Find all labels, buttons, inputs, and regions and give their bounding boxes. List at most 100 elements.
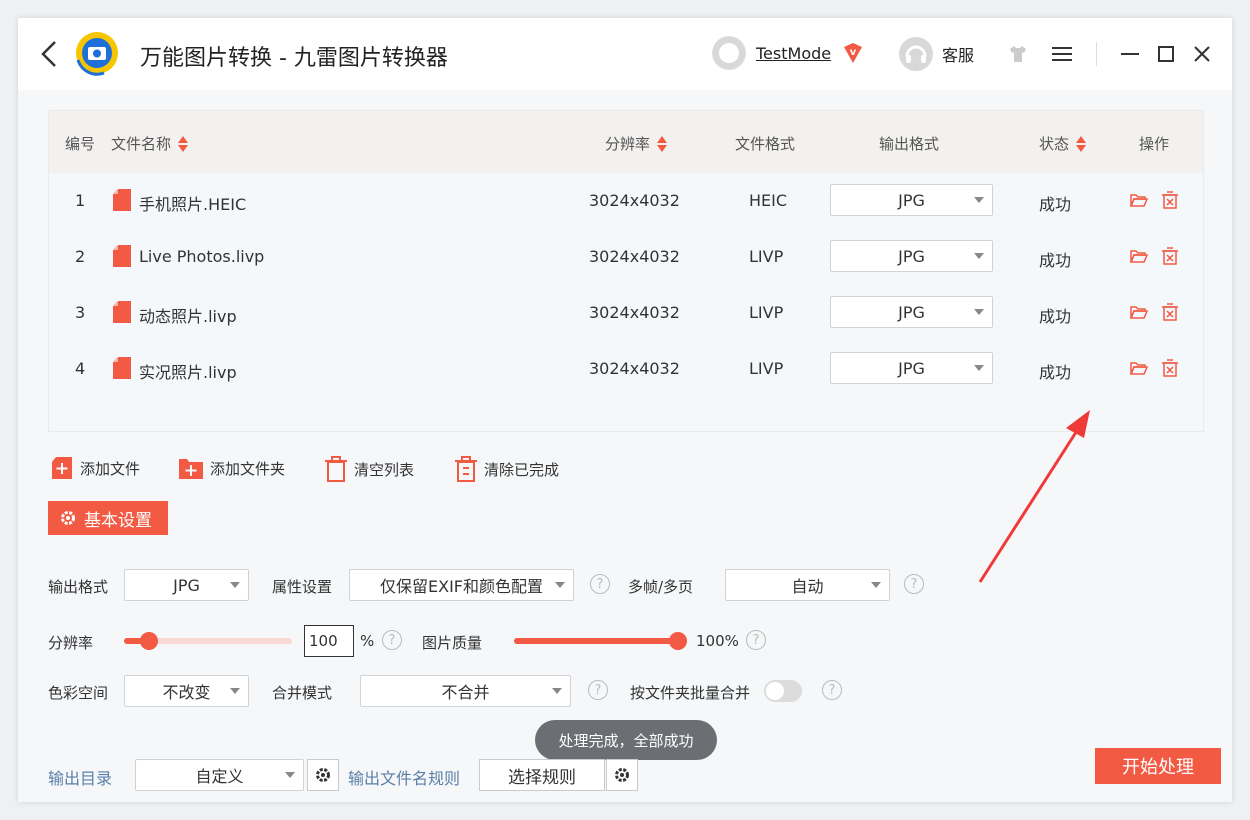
delete-icon[interactable] xyxy=(1161,247,1179,265)
merge-mode-select[interactable]: 不合并 xyxy=(360,675,571,707)
file-icon xyxy=(113,189,131,211)
row-resolution: 3024x4032 xyxy=(589,247,680,266)
user-avatar xyxy=(712,36,746,70)
output-dir-settings-button[interactable] xyxy=(307,759,339,791)
row-index: 1 xyxy=(75,191,86,210)
help-icon[interactable]: ? xyxy=(904,574,924,594)
row-filename: 动态照片.livp xyxy=(139,307,237,326)
back-arrow-icon[interactable] xyxy=(38,38,60,70)
table-row: 2 Live Photos.livp 3024x4032 LIVP JPG 成功 xyxy=(49,229,1203,285)
row-format: HEIC xyxy=(749,191,788,210)
header-status[interactable]: 状态 xyxy=(1039,133,1087,154)
row-filename: Live Photos.livp xyxy=(139,247,265,266)
file-icon xyxy=(113,301,131,323)
header-resolution[interactable]: 分辨率 xyxy=(605,133,668,154)
headset-icon xyxy=(899,37,933,71)
row-status: 成功 xyxy=(1039,307,1072,326)
clear-completed-button[interactable]: 清除已完成 xyxy=(454,456,559,482)
row-output-format-select[interactable]: JPG xyxy=(830,184,993,216)
resolution-label: 分辨率 xyxy=(48,634,94,652)
row-output-format-select[interactable]: JPG xyxy=(830,352,993,384)
resolution-slider[interactable] xyxy=(124,632,292,650)
filename-rule-label[interactable]: 输出文件名规则 xyxy=(348,765,460,789)
attr-settings-label: 属性设置 xyxy=(272,578,333,596)
open-folder-icon[interactable] xyxy=(1130,191,1148,209)
username[interactable]: TestMode xyxy=(756,44,831,63)
open-folder-icon[interactable] xyxy=(1130,247,1148,265)
batch-merge-toggle[interactable] xyxy=(764,680,802,702)
help-icon[interactable]: ? xyxy=(822,680,842,700)
resolution-input[interactable]: 100 xyxy=(304,625,354,657)
colorspace-select[interactable]: 不改变 xyxy=(124,675,249,707)
gear-icon xyxy=(615,768,629,782)
row-resolution: 3024x4032 xyxy=(589,359,680,378)
frames-label: 多帧/多页 xyxy=(628,578,694,596)
file-icon xyxy=(113,245,131,267)
quality-slider-knob[interactable] xyxy=(669,632,687,650)
row-index: 3 xyxy=(75,303,86,322)
quality-value: 100% xyxy=(696,632,739,650)
quality-slider[interactable] xyxy=(514,632,687,650)
filename-rule-settings-button[interactable] xyxy=(606,759,638,791)
row-output-format-select[interactable]: JPG xyxy=(830,296,993,328)
output-format-label: 输出格式 xyxy=(48,578,109,596)
skin-tshirt-icon[interactable] xyxy=(1006,42,1030,66)
help-icon[interactable]: ? xyxy=(590,574,610,594)
toast-message: 处理完成，全部成功 xyxy=(535,720,717,760)
merge-mode-label: 合并模式 xyxy=(272,684,333,702)
customer-service[interactable]: 客服 xyxy=(898,36,974,72)
row-status: 成功 xyxy=(1039,195,1072,214)
clear-list-button[interactable]: 清空列表 xyxy=(324,456,414,482)
app-window: 万能图片转换 - 九雷图片转换器 TestMode v 客服 编号 文件名称 分… xyxy=(18,18,1232,802)
row-index: 2 xyxy=(75,247,86,266)
row-status: 成功 xyxy=(1039,251,1072,270)
start-processing-button[interactable]: 开始处理 xyxy=(1095,748,1221,784)
row-resolution: 3024x4032 xyxy=(589,191,680,210)
row-output-format-select[interactable]: JPG xyxy=(830,240,993,272)
output-dir-select[interactable]: 自定义 xyxy=(135,759,304,791)
help-icon[interactable]: ? xyxy=(746,630,766,650)
output-format-select[interactable]: JPG xyxy=(124,569,249,601)
maximize-icon[interactable] xyxy=(1154,42,1178,66)
close-icon[interactable] xyxy=(1190,42,1214,66)
delete-icon[interactable] xyxy=(1161,359,1179,377)
sort-icon[interactable] xyxy=(1075,135,1087,153)
row-index: 4 xyxy=(75,359,86,378)
help-icon[interactable]: ? xyxy=(588,680,608,700)
table-header: 编号 文件名称 分辨率 文件格式 输出格式 状态 操作 xyxy=(49,111,1203,173)
app-title: 万能图片转换 - 九雷图片转换器 xyxy=(140,46,448,71)
sort-icon[interactable] xyxy=(656,135,668,153)
vip-badge-icon: v xyxy=(844,43,863,63)
user-account[interactable]: TestMode v xyxy=(712,36,865,70)
resolution-slider-knob[interactable] xyxy=(140,632,159,650)
basic-settings-button[interactable]: 基本设置 xyxy=(48,501,168,535)
open-folder-icon[interactable] xyxy=(1130,303,1148,321)
app-logo-icon xyxy=(76,32,118,76)
percent-unit: % xyxy=(360,632,375,650)
header-actions: 操作 xyxy=(1139,135,1170,153)
add-file-button[interactable]: 添加文件 xyxy=(50,456,140,480)
delete-icon[interactable] xyxy=(1161,303,1179,321)
minimize-icon[interactable] xyxy=(1118,42,1142,66)
row-filename: 手机照片.HEIC xyxy=(139,195,247,214)
help-icon[interactable]: ? xyxy=(382,630,402,650)
delete-icon[interactable] xyxy=(1161,191,1179,209)
batch-merge-label: 按文件夹批量合并 xyxy=(630,684,751,702)
frames-select[interactable]: 自动 xyxy=(725,569,890,601)
file-icon xyxy=(113,357,131,379)
service-label: 客服 xyxy=(942,46,975,65)
header-output-format: 输出格式 xyxy=(879,135,940,153)
select-rule-button[interactable]: 选择规则 xyxy=(479,759,605,791)
quality-label: 图片质量 xyxy=(422,634,483,652)
titlebar-divider xyxy=(1096,42,1097,66)
attr-settings-select[interactable]: 仅保留EXIF和颜色配置 xyxy=(349,569,574,601)
add-folder-button[interactable]: 添加文件夹 xyxy=(178,456,285,480)
gear-icon xyxy=(316,768,330,782)
sort-icon[interactable] xyxy=(177,135,189,153)
table-row: 3 动态照片.livp 3024x4032 LIVP JPG 成功 xyxy=(49,285,1203,341)
output-dir-label[interactable]: 输出目录 xyxy=(48,765,112,789)
menu-icon[interactable] xyxy=(1050,42,1074,66)
header-filename[interactable]: 文件名称 xyxy=(111,133,189,154)
open-folder-icon[interactable] xyxy=(1130,359,1148,377)
row-format: LIVP xyxy=(749,359,784,378)
